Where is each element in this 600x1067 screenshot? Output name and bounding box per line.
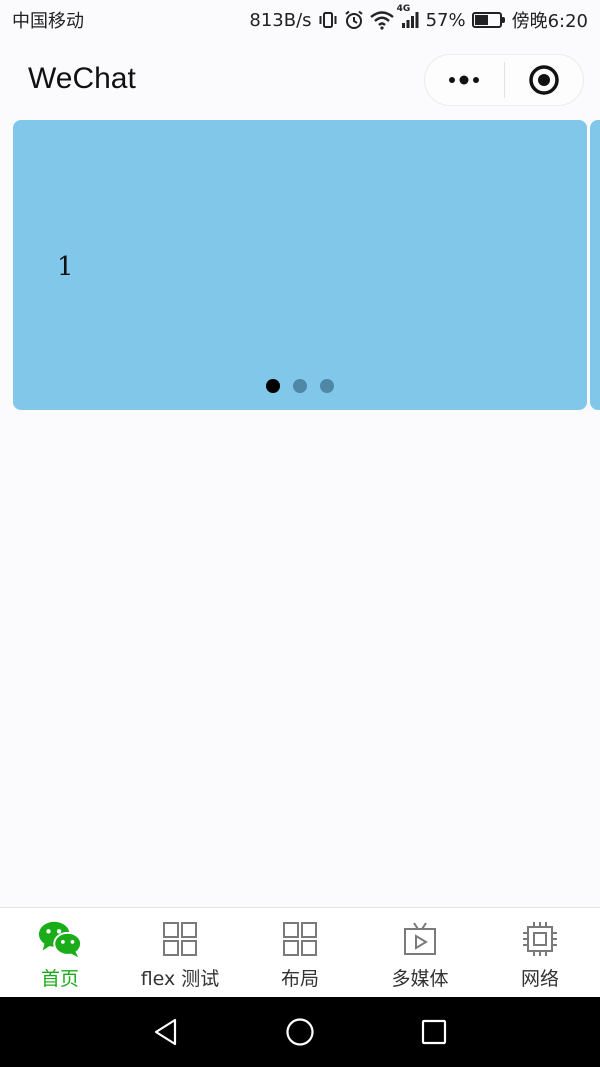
swiper-slide[interactable]: 1: [13, 120, 587, 410]
recents-button[interactable]: [367, 997, 501, 1067]
recents-square-icon: [421, 1019, 447, 1045]
back-button[interactable]: [99, 997, 233, 1067]
tv-play-icon: [397, 918, 443, 960]
tab-network[interactable]: 网络: [480, 908, 600, 997]
grid-icon: [157, 918, 203, 960]
grid-icon: [277, 918, 323, 960]
tab-multimedia[interactable]: 多媒体: [360, 908, 480, 997]
chip-icon: [517, 918, 563, 960]
tab-label: flex 测试: [140, 968, 220, 990]
home-circle-icon: [286, 1018, 314, 1046]
alarm-icon: [344, 10, 364, 30]
battery-icon: [471, 12, 505, 28]
navigation-bar: WeChat: [0, 40, 600, 120]
target-circle-icon: [529, 65, 559, 95]
cell-signal-icon: 4G: [397, 4, 420, 30]
indicator-dot[interactable]: [266, 379, 280, 393]
battery-percent: 57%: [425, 9, 466, 31]
indicator-dot[interactable]: [320, 379, 334, 393]
page-title: WeChat: [28, 62, 136, 95]
wifi-icon: [369, 10, 394, 30]
status-bar: 中国移动 813B/s 4G 57% 傍晚6:20: [0, 0, 600, 40]
indicator-dot[interactable]: [293, 379, 307, 393]
tab-label: 首页: [40, 968, 79, 990]
close-button[interactable]: [505, 55, 584, 105]
tab-label: 多媒体: [391, 968, 449, 990]
menu-capsule: [424, 54, 584, 106]
tab-bar: 首页 flex 测试 布局 多媒体 网络: [0, 907, 600, 997]
system-navigation-bar: [0, 997, 600, 1067]
swiper-indicator-dots: [13, 379, 587, 393]
battery-fill: [474, 15, 489, 25]
network-type-label: 4G: [396, 4, 411, 14]
more-dots-icon: [449, 75, 480, 85]
slide-text: 1: [57, 252, 74, 282]
tab-label: 网络: [520, 968, 559, 990]
home-button[interactable]: [233, 997, 367, 1067]
tab-layout[interactable]: 布局: [240, 908, 360, 997]
wechat-chat-icon: [37, 918, 83, 960]
swiper-next-slide-peek[interactable]: [587, 120, 600, 410]
tab-home[interactable]: 首页: [0, 908, 120, 997]
tab-label: 布局: [280, 968, 319, 990]
clock: 傍晚6:20: [511, 11, 588, 32]
tab-flex-test[interactable]: flex 测试: [120, 908, 240, 997]
carrier-label: 中国移动: [12, 11, 84, 32]
status-right: 813B/s 4G 57% 傍晚6:20: [249, 4, 588, 33]
vibrate-icon: [318, 10, 338, 30]
back-triangle-icon: [154, 1018, 177, 1046]
more-button[interactable]: [425, 55, 504, 105]
network-speed: 813B/s: [249, 9, 312, 31]
